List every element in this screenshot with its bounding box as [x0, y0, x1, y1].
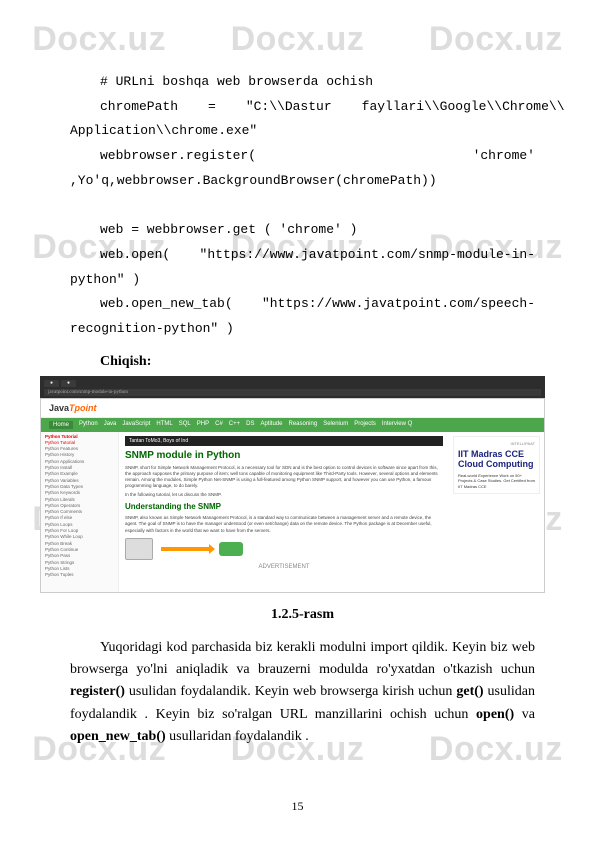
nav-item: Reasoning: [289, 421, 318, 429]
nav-item: PHP: [197, 421, 209, 429]
nav-item: Home: [49, 421, 73, 429]
ad-heading: IIT Madras CCE Cloud Computing: [458, 449, 535, 471]
article-content: Tantan ToMo3, Boys of Ind SNMP module in…: [119, 432, 449, 592]
device-icon: [219, 542, 243, 556]
browser-tab: ●: [44, 380, 59, 387]
browser-tab: ●: [61, 380, 76, 387]
nav-item: C++: [229, 421, 240, 429]
code-comment: # URLni boshqa web browserda ochish: [70, 70, 535, 95]
browser-chrome: ● ● javatpoint.com/snmp-module-in-python: [40, 376, 545, 398]
computer-icon: [125, 538, 153, 560]
site-header: JavaTpoint: [41, 399, 544, 418]
article-paragraph: SNMP, short for Simple Network Managemen…: [125, 465, 443, 490]
nav-item: C#: [215, 421, 223, 429]
nav-item: DS: [246, 421, 254, 429]
code-line: Application\\chrome.exe": [70, 119, 535, 144]
code-line: web = webbrowser.get ( 'chrome' ): [70, 218, 535, 243]
code-blank: [70, 193, 535, 218]
article-note: In the following tutorial, let us discus…: [125, 492, 443, 498]
ad-brand: INTELLIPAAT: [458, 441, 535, 446]
output-heading: Chiqish:: [100, 354, 535, 370]
site-nav: Home Python Java JavaScript HTML SQL PHP…: [41, 418, 544, 432]
nav-item: Python: [79, 421, 98, 429]
nav-item: SQL: [179, 421, 191, 429]
code-line: chromePath = "C:\\Dastur fayllari\\Googl…: [70, 95, 535, 120]
nav-item: JavaScript: [122, 421, 150, 429]
code-line: web.open_new_tab( "https://www.javatpoin…: [70, 292, 535, 341]
article-h2: Understanding the SNMP: [125, 502, 443, 511]
side-ad: INTELLIPAAT IIT Madras CCE Cloud Computi…: [453, 436, 540, 494]
sidebar-item: Python Tuples: [45, 572, 114, 578]
nav-item: Aptitude: [260, 421, 282, 429]
sidebar: Python Tutorial Python Tutorial Python F…: [41, 432, 119, 592]
page-content: # URLni boshqa web browserda ochish chro…: [0, 0, 595, 749]
arrow-icon: [161, 547, 211, 551]
nav-item: HTML: [156, 421, 172, 429]
ad-label: ADVERTISEMENT: [125, 564, 443, 570]
nav-item: Interview Q: [382, 421, 412, 429]
code-line: web.open( "https://www.javatpoint.com/sn…: [70, 243, 535, 292]
article-paragraph: SNMP, also known as Simple Network Manag…: [125, 515, 443, 534]
right-column: INTELLIPAAT IIT Madras CCE Cloud Computi…: [449, 432, 544, 592]
nav-item: Projects: [354, 421, 376, 429]
nav-item: Selenium: [323, 421, 348, 429]
code-line: webbrowser.register( 'chrome' ,Yo'q,webb…: [70, 144, 535, 193]
embedded-screenshot: ● ● javatpoint.com/snmp-module-in-python…: [40, 376, 545, 593]
article-h1: SNMP module in Python: [125, 450, 443, 461]
site-logo: JavaTpoint: [49, 403, 97, 413]
figure-caption: 1.2.5-rasm: [70, 607, 535, 623]
page-number: 15: [0, 799, 595, 814]
ad-subtext: Real-world Experience Work on 50+ Projec…: [458, 473, 535, 489]
body-paragraph: Yuqoridagi kod parchasida biz kerakli mo…: [70, 637, 535, 749]
top-ad: Tantan ToMo3, Boys of Ind: [125, 436, 443, 446]
snmp-diagram: [125, 538, 443, 560]
webpage-body: JavaTpoint Home Python Java JavaScript H…: [40, 398, 545, 593]
address-bar: javatpoint.com/snmp-module-in-python: [44, 389, 541, 396]
nav-item: Java: [104, 421, 117, 429]
